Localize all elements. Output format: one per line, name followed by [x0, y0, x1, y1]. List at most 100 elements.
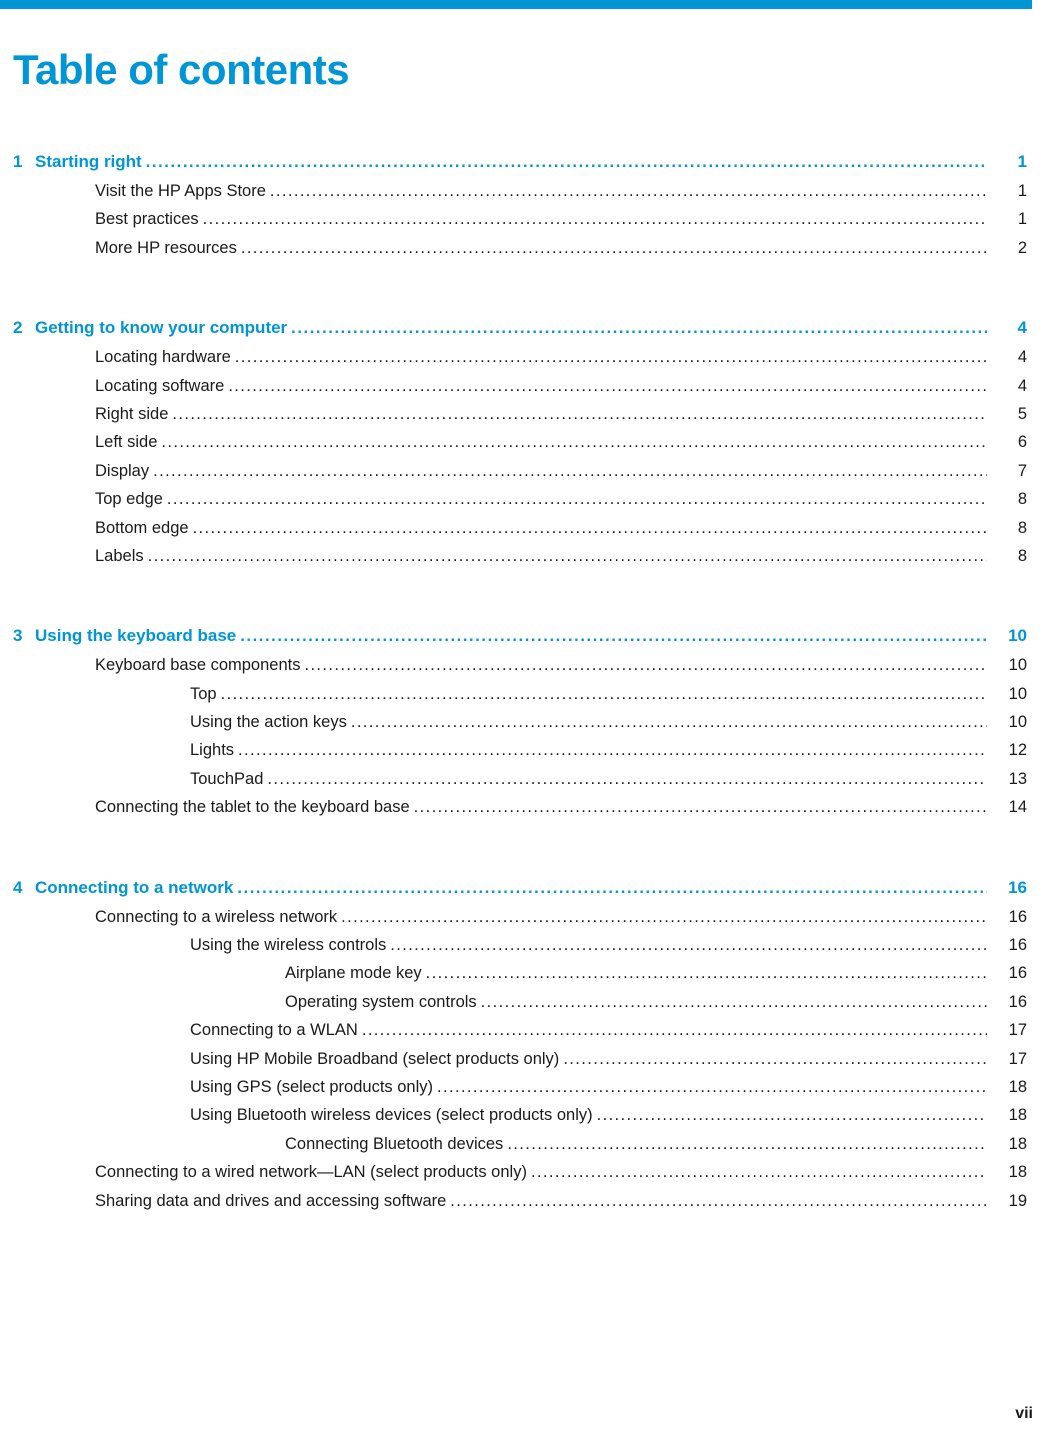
toc-chapter-entry[interactable]: 2 Getting to know your computer 4: [13, 318, 1027, 348]
toc-entry[interactable]: More HP resources 2: [13, 239, 1027, 267]
toc-entry-page-number: 8: [1017, 546, 1027, 565]
toc-entry[interactable]: Using the action keys 10: [13, 713, 1027, 741]
chapter-spacer: [13, 575, 1027, 626]
dot-leader: [193, 520, 987, 537]
chapter-number: 1: [13, 152, 23, 171]
toc-entry-page-number: 8: [1017, 490, 1027, 509]
toc-entry[interactable]: Locating hardware 4: [13, 348, 1027, 376]
toc-entry[interactable]: TouchPad 13: [13, 770, 1027, 798]
toc-entry-page-number: 16: [1008, 964, 1027, 983]
dot-leader: [237, 880, 987, 897]
toc-entry-label: Sharing data and drives and accessing so…: [95, 1191, 447, 1210]
dot-leader: [507, 1136, 987, 1153]
dot-leader: [437, 1079, 987, 1096]
toc-entry[interactable]: Keyboard base components 10: [13, 656, 1027, 684]
dot-leader: [450, 1193, 987, 1210]
chapter-title: Getting to know your computer: [35, 318, 288, 338]
dot-leader: [161, 434, 987, 451]
dot-leader: [148, 548, 987, 565]
toc-entry[interactable]: Labels 8: [13, 547, 1027, 575]
toc-entry-page-number: 13: [1008, 769, 1027, 788]
dot-leader: [167, 491, 987, 508]
chapter-number: 3: [13, 626, 23, 646]
dot-leader: [153, 463, 987, 480]
toc-entry-label: Connecting to a wired network—LAN (selec…: [95, 1163, 527, 1182]
toc-entry-page-number: 1: [1017, 210, 1027, 229]
dot-leader: [597, 1107, 987, 1124]
dot-leader: [426, 965, 987, 982]
toc-entry[interactable]: Left side 6: [13, 433, 1027, 461]
dot-leader: [203, 211, 987, 228]
toc-entry-page-number: 18: [1008, 1163, 1027, 1182]
toc-entry[interactable]: Bottom edge 8: [13, 519, 1027, 547]
toc-entry-label: Locating hardware: [95, 348, 231, 367]
toc-entry[interactable]: Operating system controls 16: [13, 993, 1027, 1021]
toc-entry-page-number: 4: [1017, 348, 1027, 367]
toc-entry-label: Labels: [95, 546, 144, 565]
toc-chapter-entry[interactable]: 4 Connecting to a network 16: [13, 878, 1027, 908]
toc-entry[interactable]: Lights 12: [13, 741, 1027, 769]
dot-leader: [146, 154, 987, 171]
dot-leader: [351, 714, 987, 731]
toc-entry-label: Left side: [95, 433, 158, 452]
toc-entry-page-number: 17: [1008, 1021, 1027, 1040]
chapter-title: Connecting to a network: [35, 877, 234, 897]
toc-entry[interactable]: Connecting to a WLAN 17: [13, 1021, 1027, 1049]
toc-entry[interactable]: Using GPS (select products only) 18: [13, 1078, 1027, 1106]
toc-entry[interactable]: Display 7: [13, 462, 1027, 490]
toc-entry[interactable]: Locating software 4: [13, 377, 1027, 405]
toc-entry[interactable]: Sharing data and drives and accessing so…: [13, 1192, 1027, 1220]
footer-page-number: vii: [1015, 1405, 1033, 1422]
toc-entry[interactable]: Connecting to a wireless network 16: [13, 908, 1027, 936]
toc-entry-label: Top edge: [95, 490, 163, 509]
toc-entry[interactable]: Visit the HP Apps Store 1: [13, 182, 1027, 210]
dot-leader: [270, 183, 987, 200]
toc-entry[interactable]: Using HP Mobile Broadband (select produc…: [13, 1050, 1027, 1078]
toc-entry-label: Using the action keys: [190, 713, 347, 732]
dot-leader: [390, 937, 987, 954]
chapter-page-number: 10: [1008, 626, 1027, 646]
toc-entry-label: Using HP Mobile Broadband (select produc…: [190, 1049, 560, 1068]
toc-entry[interactable]: Using Bluetooth wireless devices (select…: [13, 1106, 1027, 1134]
toc-entry-page-number: 10: [1008, 713, 1027, 732]
dot-leader: [235, 349, 987, 366]
toc-entry-page-number: 16: [1008, 992, 1027, 1011]
dot-leader: [238, 742, 987, 759]
chapter-title: Using the keyboard base: [35, 626, 237, 646]
toc-entry-page-number: 1: [1017, 182, 1027, 200]
toc-entry-page-number: 17: [1008, 1049, 1027, 1068]
toc-entry-label: Top: [190, 684, 217, 703]
dot-leader: [341, 909, 987, 926]
toc-entry[interactable]: Connecting the tablet to the keyboard ba…: [13, 798, 1027, 826]
toc-entry[interactable]: Best practices 1: [13, 210, 1027, 238]
toc-entry-label: Connecting to a WLAN: [190, 1021, 358, 1040]
toc-entry-label: Bottom edge: [95, 518, 189, 537]
toc-entry[interactable]: Top 10: [13, 685, 1027, 713]
toc-entry-page-number: 16: [1008, 936, 1027, 955]
toc-entry-page-number: 19: [1008, 1191, 1027, 1210]
toc-entry-page-number: 6: [1017, 433, 1027, 452]
toc-chapter-entry[interactable]: 3 Using the keyboard base 10: [13, 626, 1027, 656]
dot-leader: [304, 657, 987, 674]
dot-leader: [531, 1164, 987, 1181]
toc-entry[interactable]: Using the wireless controls 16: [13, 936, 1027, 964]
dot-leader: [172, 406, 987, 423]
dot-leader: [362, 1022, 987, 1039]
toc-entry-page-number: 2: [1017, 238, 1027, 257]
toc-entry-label: Connecting the tablet to the keyboard ba…: [95, 798, 410, 817]
toc-chapter-entry[interactable]: 1 Starting right 1: [13, 152, 1027, 182]
toc-entry[interactable]: Airplane mode key 16: [13, 964, 1027, 992]
chapter-page-number: 4: [1017, 318, 1027, 338]
toc-entry-label: Display: [95, 461, 150, 480]
toc-entry-label: Connecting Bluetooth devices: [285, 1134, 504, 1153]
toc-entry[interactable]: Top edge 8: [13, 490, 1027, 518]
dot-leader: [241, 240, 987, 257]
chapter-title: Starting right: [35, 152, 142, 171]
toc-entry-label: Connecting to a wireless network: [95, 907, 338, 926]
chapter-spacer: [13, 827, 1027, 878]
toc-entry[interactable]: Connecting to a wired network—LAN (selec…: [13, 1163, 1027, 1191]
toc-entry-page-number: 4: [1017, 376, 1027, 395]
toc-entry[interactable]: Connecting Bluetooth devices 18: [13, 1135, 1027, 1163]
toc-entry-page-number: 18: [1008, 1077, 1027, 1096]
toc-entry[interactable]: Right side 5: [13, 405, 1027, 433]
